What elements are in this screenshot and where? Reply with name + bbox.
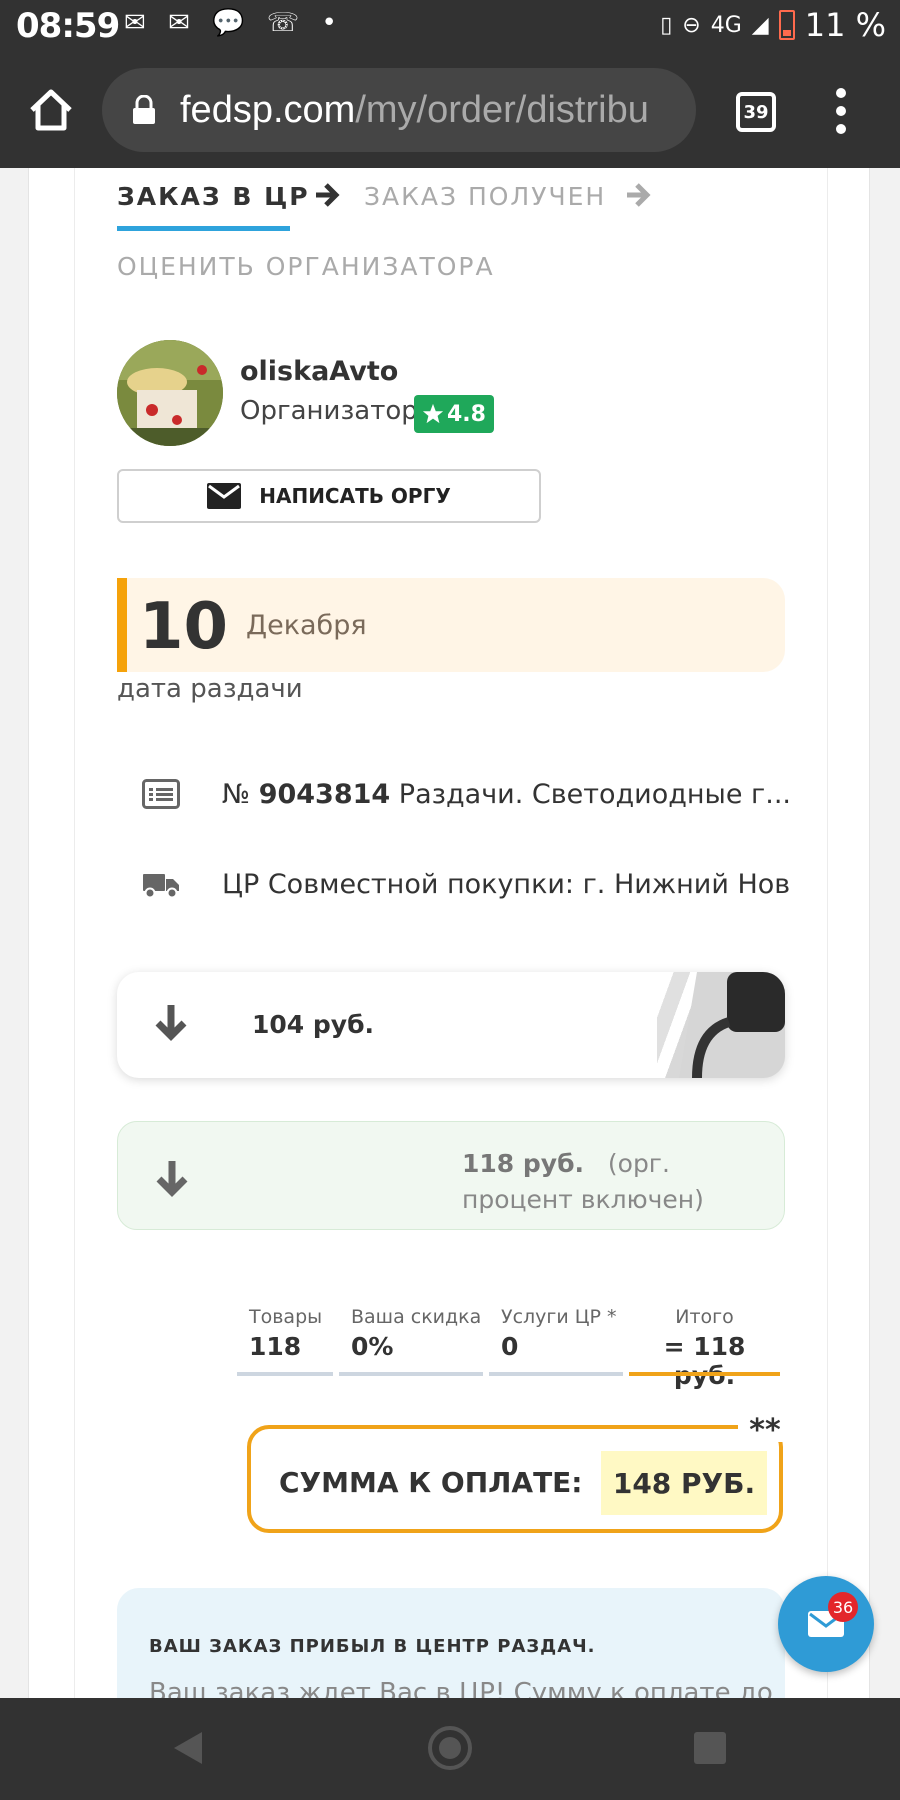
arrow-down-icon bbox=[155, 1005, 187, 1041]
item-thumbnail bbox=[657, 972, 785, 1078]
avatar-image bbox=[117, 340, 223, 446]
url-host: fedsp.com bbox=[180, 88, 356, 131]
total-label: Итого bbox=[675, 1306, 734, 1328]
price-with-fee-value: 118 руб. bbox=[462, 1149, 585, 1178]
truck-icon bbox=[143, 874, 179, 899]
step-rate-organizer[interactable]: ОЦЕНИТЬ ОРГАНИЗАТОРА bbox=[117, 252, 495, 281]
system-icons: ▯ ⊖ 4G ◢ 11 % bbox=[660, 6, 886, 44]
browser-toolbar: fedsp.com/my/order/distribu 39 bbox=[0, 52, 900, 168]
totals-services: Услуги ЦР * 0 bbox=[489, 1306, 623, 1376]
goods-label: Товары bbox=[249, 1306, 323, 1328]
totals-sum: Итого = 118 руб. bbox=[629, 1306, 780, 1390]
item-price: 104 руб. bbox=[252, 1010, 375, 1039]
system-nav-bar bbox=[0, 1698, 900, 1800]
back-icon[interactable] bbox=[172, 1730, 204, 1766]
envelope-icon bbox=[207, 483, 242, 509]
notification-icons: ✉ ✉ 💬 ☏ • bbox=[124, 8, 351, 38]
mail-notification-icon: ✉ bbox=[124, 8, 146, 38]
distribution-date-caption: дата раздачи bbox=[117, 674, 303, 704]
services-value: 0 bbox=[501, 1332, 519, 1361]
price-with-fee: 118 руб. (орг. процент включен) bbox=[462, 1146, 762, 1218]
total-value: = 118 руб. bbox=[663, 1332, 746, 1390]
step-order-in-center[interactable]: ЗАКАЗ В ЦР bbox=[117, 182, 310, 211]
payment-amount: 148 РУБ. bbox=[601, 1451, 767, 1515]
organizer-rating-badge: 4.8 bbox=[414, 395, 494, 433]
payment-box: СУММА К ОПЛАТЕ: 148 РУБ. bbox=[247, 1425, 783, 1533]
star-icon bbox=[422, 403, 444, 424]
url-path: /my/order/distribu bbox=[355, 88, 649, 131]
home-icon[interactable] bbox=[28, 88, 74, 132]
distribution-date-box: 10 Декабря bbox=[117, 578, 785, 672]
battery-icon bbox=[778, 10, 795, 40]
vibrate-icon: ▯ bbox=[660, 12, 673, 38]
tab-switcher-button[interactable]: 39 bbox=[736, 92, 776, 132]
discount-label: Ваша скидка bbox=[351, 1306, 482, 1328]
totals-discount: Ваша скидка 0% bbox=[339, 1306, 483, 1376]
distribution-center-row[interactable]: ЦР Совместной покупки: г. Нижний Новгоро… bbox=[142, 864, 792, 904]
more-notifications-icon: • bbox=[321, 8, 337, 38]
arrow-right-icon bbox=[316, 183, 340, 207]
distribution-center-name: ЦР Совместной покупки: г. Нижний Новгоро… bbox=[222, 868, 792, 900]
status-time: 08:59 bbox=[16, 6, 120, 46]
tab-count: 39 bbox=[743, 101, 769, 123]
battery-level: 11 % bbox=[804, 6, 886, 44]
mail-notification-icon-2: ✉ bbox=[168, 8, 190, 38]
organizer-avatar[interactable] bbox=[117, 340, 223, 446]
order-number-prefix: № bbox=[222, 778, 251, 810]
payment-footnote-mark: ** bbox=[738, 1414, 792, 1448]
order-number: 9043814 bbox=[258, 778, 391, 810]
url-text: fedsp.com/my/order/distribu bbox=[180, 89, 649, 132]
active-step-underline bbox=[117, 226, 290, 231]
organizer-name[interactable]: oliskaAvto bbox=[240, 356, 398, 387]
status-bar: 08:59 ✉ ✉ 💬 ☏ • ▯ ⊖ 4G ◢ 11 % bbox=[0, 0, 900, 52]
order-totals: Товары 118 Ваша скидка 0% Услуги ЦР * 0 … bbox=[237, 1306, 780, 1390]
home-circle-icon[interactable] bbox=[428, 1726, 472, 1770]
organizer-role: Организатор bbox=[240, 396, 418, 426]
discount-value: 0% bbox=[351, 1332, 394, 1361]
write-organizer-button[interactable]: НАПИСАТЬ ОРГУ bbox=[117, 469, 541, 523]
price-with-fee-card: 118 руб. (орг. процент включен) bbox=[117, 1121, 785, 1230]
viber-notification-icon: ☏ bbox=[266, 8, 300, 38]
chat-notification-icon: 💬 bbox=[212, 8, 245, 38]
distribution-day: 10 bbox=[139, 590, 229, 664]
order-title: Раздачи. Светодиодные г... bbox=[398, 778, 791, 810]
order-number-row[interactable]: № 9043814 Раздачи. Светодиодные г... bbox=[142, 774, 792, 814]
messages-button[interactable] bbox=[778, 1576, 874, 1672]
notice-title: ВАШ ЗАКАЗ ПРИБЫЛ В ЦЕНТР РАЗДАЧ. bbox=[149, 1636, 596, 1657]
totals-goods: Товары 118 bbox=[237, 1306, 333, 1376]
dnd-icon: ⊖ bbox=[682, 12, 701, 38]
write-organizer-label: НАПИСАТЬ ОРГУ bbox=[259, 484, 451, 508]
rating-value: 4.8 bbox=[447, 401, 486, 427]
list-icon bbox=[142, 779, 180, 809]
step-order-received[interactable]: ЗАКАЗ ПОЛУЧЕН bbox=[364, 182, 606, 211]
payment-label: СУММА К ОПЛАТЕ: bbox=[279, 1466, 583, 1499]
address-bar[interactable]: fedsp.com/my/order/distribu bbox=[102, 68, 696, 152]
services-label: Услуги ЦР * bbox=[501, 1306, 617, 1328]
signal-icon: ◢ bbox=[751, 12, 769, 38]
arrow-right-icon bbox=[627, 183, 651, 207]
messages-badge: 36 bbox=[828, 1592, 858, 1622]
recent-apps-icon[interactable] bbox=[694, 1732, 726, 1764]
browser-menu-icon[interactable] bbox=[834, 88, 848, 134]
item-price-card[interactable]: 104 руб. bbox=[117, 972, 785, 1078]
lock-icon bbox=[133, 95, 155, 124]
distribution-month: Декабря bbox=[246, 610, 367, 641]
network-type: 4G bbox=[710, 12, 742, 38]
arrow-down-icon bbox=[156, 1161, 188, 1197]
item-image bbox=[679, 972, 785, 1078]
goods-value: 118 bbox=[249, 1332, 302, 1361]
